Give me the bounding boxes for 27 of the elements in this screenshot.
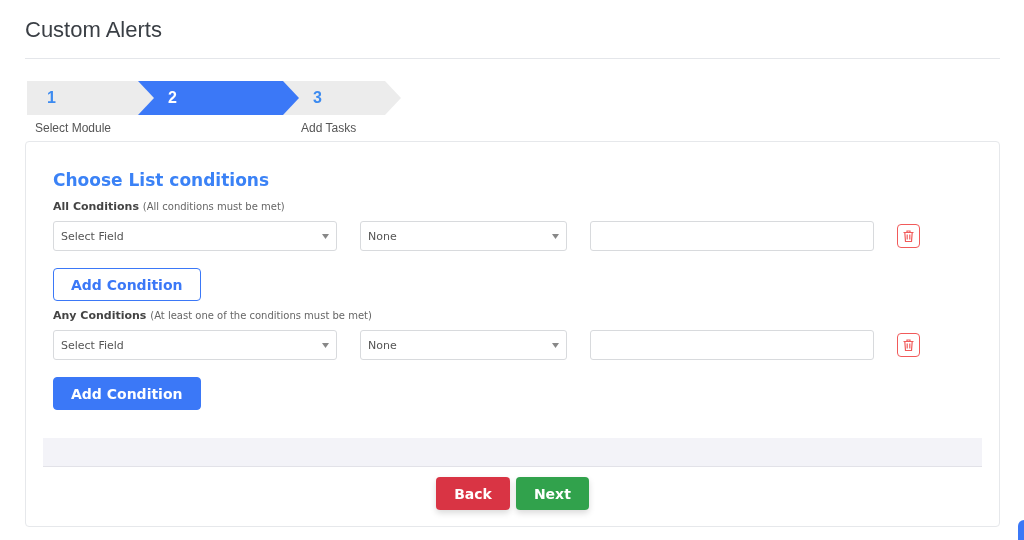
page-title: Custom Alerts bbox=[25, 16, 163, 44]
caret-icon bbox=[322, 342, 329, 348]
operator-select[interactable]: None bbox=[360, 330, 567, 360]
field-select[interactable]: Select Field bbox=[53, 330, 337, 360]
next-button[interactable]: Next bbox=[515, 477, 589, 510]
step-tab[interactable]: 3 bbox=[283, 81, 401, 115]
value-input[interactable] bbox=[590, 221, 874, 251]
delete-button[interactable] bbox=[897, 333, 920, 357]
add-condition-button[interactable]: Add Condition bbox=[53, 377, 201, 410]
field-select[interactable]: Select Field bbox=[53, 221, 337, 251]
add-condition-button[interactable]: Add Condition bbox=[53, 268, 201, 301]
step-tab[interactable]: 1 bbox=[27, 81, 138, 115]
step-label: Add Tasks bbox=[301, 121, 357, 135]
step-tab[interactable]: 2 bbox=[138, 81, 283, 115]
caret-icon bbox=[552, 342, 559, 348]
operator-select[interactable]: None bbox=[360, 221, 567, 251]
trash-icon bbox=[903, 230, 914, 242]
group-title: Any Conditions (At least one of the conditions must be met) bbox=[53, 309, 373, 322]
section-heading: Choose List conditions bbox=[53, 170, 271, 190]
trash-icon bbox=[903, 339, 914, 351]
value-input[interactable] bbox=[590, 330, 874, 360]
step-label: Select Module bbox=[35, 121, 112, 135]
caret-icon bbox=[322, 233, 329, 239]
back-button[interactable]: Back bbox=[436, 477, 510, 510]
group-title: All Conditions (All conditions must be met) bbox=[53, 200, 286, 213]
caret-icon bbox=[552, 233, 559, 239]
delete-button[interactable] bbox=[897, 224, 920, 248]
